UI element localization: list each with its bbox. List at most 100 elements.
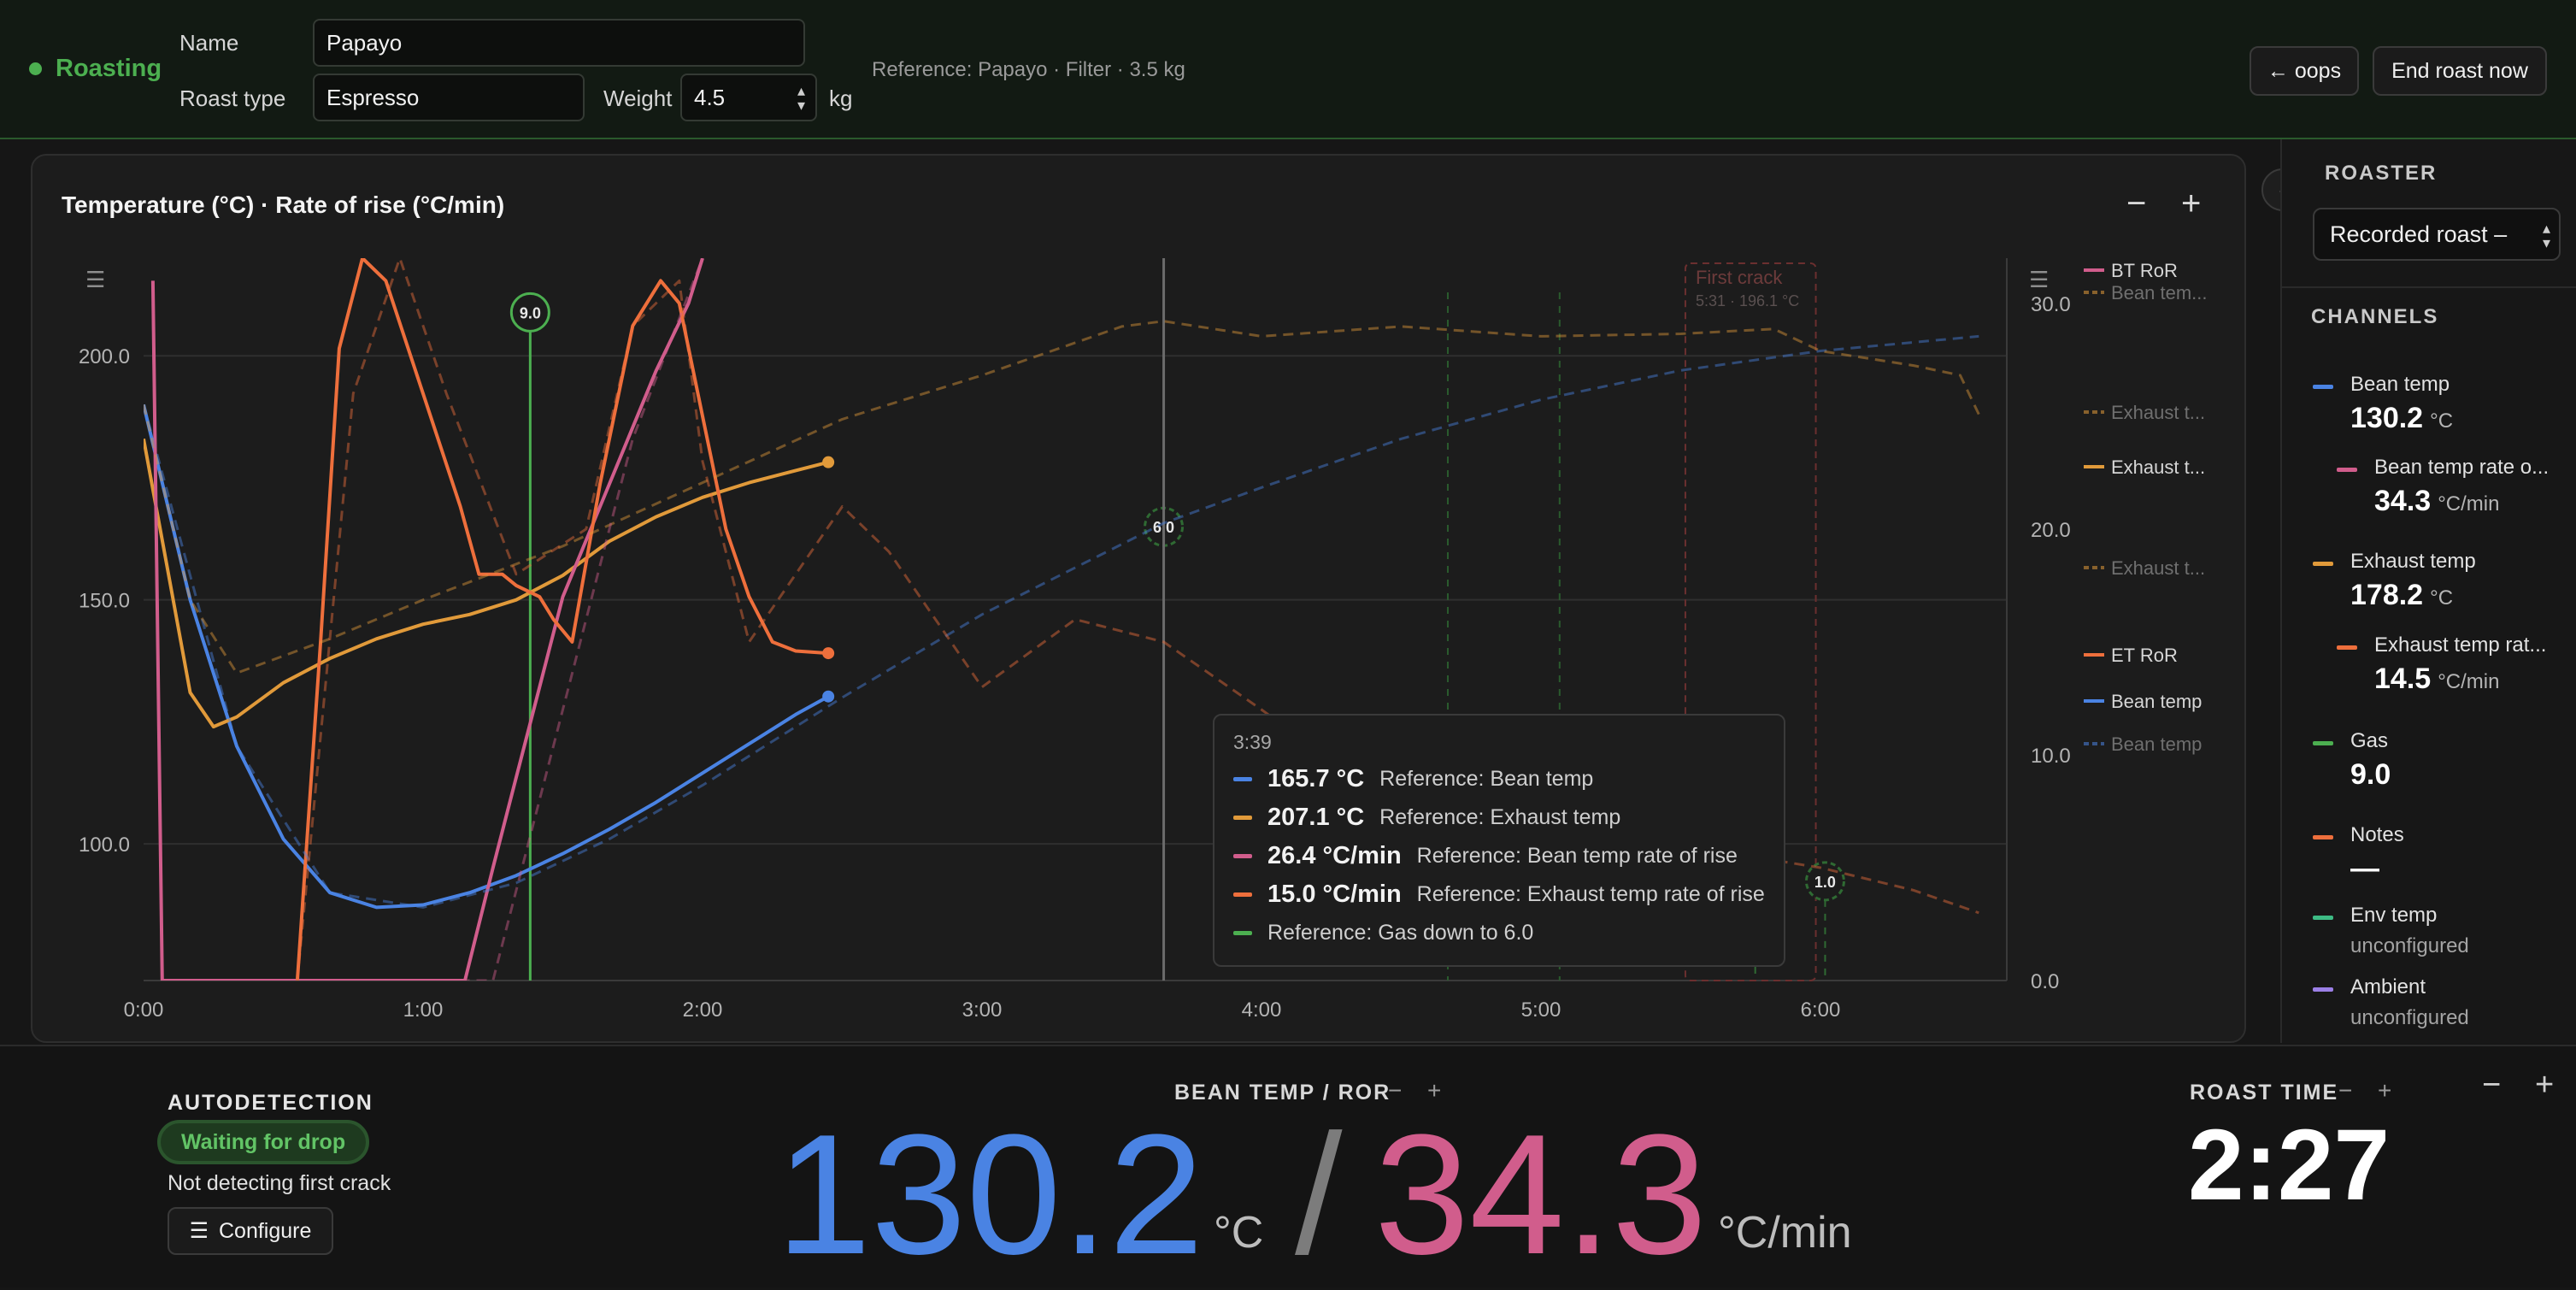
tooltip-value: 207.1 °C	[1267, 804, 1365, 831]
y-tick-label-left: 150.0	[79, 590, 130, 613]
status-dot-icon	[29, 62, 42, 75]
roast-time-readout: 2:27	[2188, 1109, 2391, 1222]
name-input[interactable]: Papayo	[313, 19, 805, 67]
tooltip-value: 165.7 °C	[1267, 765, 1365, 792]
series-endpoint	[822, 690, 835, 703]
channel-swatch	[2313, 835, 2333, 839]
bottom-panel: AUTODETECTION Waiting for drop Not detec…	[0, 1045, 2576, 1287]
legend-label: Bean tem...	[2111, 282, 2208, 303]
y-tick-label-left: 200.0	[79, 345, 130, 368]
tooltip-row: 165.7 °C Reference: Bean temp	[1233, 765, 1593, 793]
tooltip-row: 207.1 °C Reference: Exhaust temp	[1233, 804, 1620, 832]
channel-value: —	[2350, 852, 2379, 885]
roaster-title: ROASTER	[2325, 162, 2438, 185]
bean-temp-unit: °C	[1214, 1208, 1264, 1258]
y-tick-label-right: 20.0	[2031, 519, 2071, 542]
y-tick-label-right: 0.0	[2031, 970, 2059, 993]
channel-name: Gas	[2350, 729, 2389, 752]
readout-separator: /	[1295, 1099, 1343, 1290]
roast-type-label: Roast type	[179, 85, 286, 111]
weight-label: Weight	[603, 85, 673, 111]
roaster-select[interactable]: Recorded roast – ▴ ▾	[2313, 208, 2561, 261]
legend-label: ET RoR	[2111, 645, 2178, 666]
channel-name: Ambient	[2350, 975, 2426, 998]
y-tick-label-left: 100.0	[79, 833, 130, 857]
roast-type-value: Espresso	[326, 84, 420, 110]
y-tick-label-right: 10.0	[2031, 745, 2071, 768]
end-roast-button[interactable]: End roast now	[2373, 46, 2547, 96]
roast-time-title: ROAST TIME	[2190, 1081, 2339, 1104]
bean-temp-readout: 130.2	[776, 1099, 1204, 1290]
tooltip-label: Reference: Exhaust temp rate of rise	[1416, 882, 1765, 906]
tooltip-label: Reference: Gas down to 6.0	[1267, 921, 1534, 945]
time-font-increase-button[interactable]: +	[2378, 1077, 2391, 1104]
legend-label: Bean temp	[2111, 691, 2202, 712]
series-line	[144, 320, 1980, 674]
series-line	[151, 258, 704, 981]
channel-swatch	[2313, 562, 2333, 566]
channel-swatch	[2337, 468, 2357, 472]
x-tick-label: 5:00	[1521, 998, 1561, 1022]
x-tick-label: 6:00	[1801, 998, 1841, 1022]
channel-swatch	[2313, 741, 2333, 745]
select-arrows-icon: ▴ ▾	[2542, 220, 2550, 251]
left-axis-settings-icon[interactable]: ☰	[85, 267, 105, 293]
legend-label: Exhaust t...	[2111, 557, 2205, 579]
time-font-decrease-button[interactable]: −	[2338, 1077, 2352, 1104]
tooltip-swatch	[1233, 854, 1252, 858]
tooltip-row: 15.0 °C/min Reference: Exhaust temp rate…	[1233, 881, 1765, 909]
tooltip-value: 26.4 °C/min	[1267, 842, 1402, 869]
weight-value: 4.5	[694, 84, 726, 110]
channel-name: Bean temp rate o...	[2374, 456, 2550, 479]
tooltip-swatch	[1233, 816, 1252, 820]
channel-name: Notes	[2350, 823, 2404, 846]
channel-swatch	[2313, 987, 2333, 992]
x-tick-label: 3:00	[962, 998, 1003, 1022]
channel-value: 130.2 °C	[2350, 402, 2454, 434]
tooltip-label: Reference: Bean temp	[1379, 767, 1594, 791]
series-line	[144, 403, 830, 910]
channel-value: 14.5 °C/min	[2374, 663, 2500, 695]
channel-name: Exhaust temp rat...	[2374, 633, 2547, 657]
first-crack-status: Not detecting first crack	[168, 1171, 391, 1195]
legend-label: Exhaust t...	[2111, 402, 2205, 423]
right-axis-settings-icon[interactable]: ☰	[2029, 267, 2049, 293]
channels-title: CHANNELS	[2311, 305, 2439, 328]
channel-swatch	[2337, 645, 2357, 650]
x-tick-label: 1:00	[403, 998, 444, 1022]
top-bar: Roasting Name Papayo Roast type Espresso…	[0, 0, 2576, 139]
legend-label: BT RoR	[2111, 260, 2178, 281]
channel-value: 34.3 °C/min	[2374, 485, 2500, 517]
panel-grow-button[interactable]: +	[2535, 1067, 2554, 1104]
channel-value: 9.0	[2350, 758, 2391, 791]
series-line	[295, 258, 829, 981]
sliders-icon: ☰	[189, 1219, 209, 1243]
x-tick-label: 2:00	[683, 998, 723, 1022]
chart-tooltip: 3:39 165.7 °C Reference: Bean temp 207.1…	[1213, 714, 1785, 967]
sidebar-divider	[2282, 286, 2576, 288]
waiting-status-badge: Waiting for drop	[157, 1120, 370, 1164]
roast-chart[interactable]: 200.0 150.0 100.0 30.0 20.0 10.0 0.0 0:00 1:00 2:…	[32, 156, 2248, 1045]
name-label: Name	[179, 30, 239, 56]
roast-status: Roasting	[29, 55, 162, 83]
tooltip-value: 15.0 °C/min	[1267, 881, 1402, 908]
configure-button[interactable]: ☰ Configure	[168, 1207, 333, 1255]
series-endpoint	[822, 456, 835, 468]
ror-unit: °C/min	[1718, 1208, 1852, 1258]
channel-name: Exhaust temp	[2350, 550, 2476, 573]
channel-name: Env temp	[2350, 904, 2438, 927]
oops-button[interactable]: ← oops	[2250, 46, 2359, 96]
reference-info: Reference: Papayo · Filter · 3.5 kg	[872, 58, 1185, 81]
legend-label: Bean temp	[2111, 733, 2202, 755]
weight-input[interactable]: 4.5 ▴ ▾	[680, 74, 817, 121]
weight-stepper-icon[interactable]: ▴ ▾	[797, 83, 805, 113]
series-line	[144, 438, 829, 729]
panel-shrink-button[interactable]: −	[2482, 1067, 2501, 1104]
status-text: Roasting	[56, 55, 162, 82]
roast-type-input[interactable]: Espresso	[313, 74, 585, 121]
tooltip-time: 3:39	[1233, 731, 1272, 753]
gas-marker-label: 1.0	[1814, 874, 1836, 891]
autodetection-title: AUTODETECTION	[168, 1091, 373, 1115]
legend-label: Exhaust t...	[2111, 457, 2205, 478]
series-line	[150, 258, 704, 981]
